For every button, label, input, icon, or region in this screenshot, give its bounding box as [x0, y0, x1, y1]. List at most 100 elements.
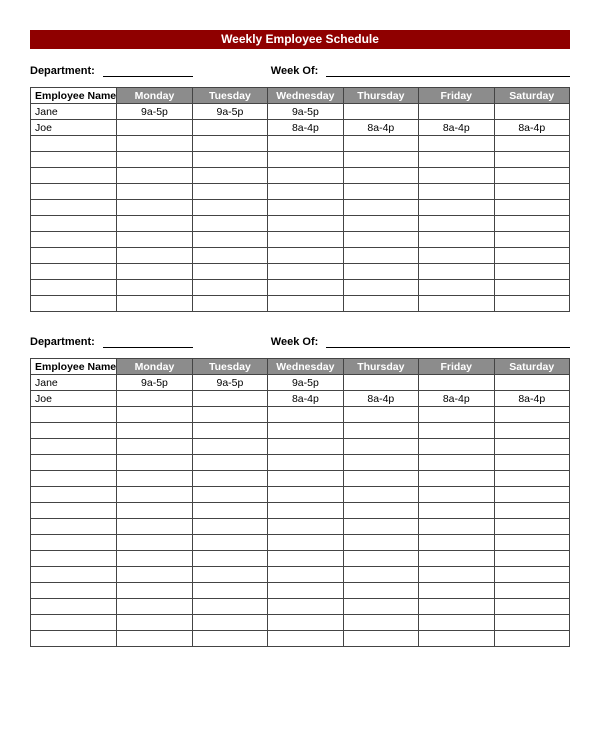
shift-cell[interactable]: [494, 232, 570, 248]
shift-cell[interactable]: [192, 567, 267, 583]
employee-name-cell[interactable]: [31, 535, 117, 551]
shift-cell[interactable]: [343, 615, 418, 631]
shift-cell[interactable]: [117, 455, 192, 471]
shift-cell[interactable]: 8a-4p: [268, 120, 343, 136]
shift-cell[interactable]: 8a-4p: [419, 120, 494, 136]
shift-cell[interactable]: [343, 280, 418, 296]
shift-cell[interactable]: 8a-4p: [343, 120, 418, 136]
shift-cell[interactable]: [268, 567, 343, 583]
shift-cell[interactable]: [343, 535, 418, 551]
shift-cell[interactable]: [419, 184, 494, 200]
shift-cell[interactable]: [117, 216, 192, 232]
shift-cell[interactable]: [419, 104, 494, 120]
shift-cell[interactable]: [192, 136, 267, 152]
shift-cell[interactable]: [117, 184, 192, 200]
employee-name-cell[interactable]: [31, 216, 117, 232]
shift-cell[interactable]: [494, 104, 570, 120]
employee-name-cell[interactable]: [31, 168, 117, 184]
shift-cell[interactable]: [268, 216, 343, 232]
shift-cell[interactable]: [192, 152, 267, 168]
shift-cell[interactable]: [268, 296, 343, 312]
shift-cell[interactable]: [494, 439, 570, 455]
shift-cell[interactable]: [192, 583, 267, 599]
shift-cell[interactable]: [192, 168, 267, 184]
employee-name-cell[interactable]: [31, 487, 117, 503]
shift-cell[interactable]: [419, 631, 494, 647]
shift-cell[interactable]: [117, 551, 192, 567]
shift-cell[interactable]: [343, 232, 418, 248]
shift-cell[interactable]: [494, 631, 570, 647]
employee-name-cell[interactable]: [31, 200, 117, 216]
shift-cell[interactable]: [268, 487, 343, 503]
shift-cell[interactable]: [268, 455, 343, 471]
shift-cell[interactable]: [494, 471, 570, 487]
shift-cell[interactable]: 8a-4p: [419, 391, 494, 407]
shift-cell[interactable]: [192, 232, 267, 248]
shift-cell[interactable]: [192, 455, 267, 471]
shift-cell[interactable]: [494, 264, 570, 280]
shift-cell[interactable]: 9a-5p: [268, 104, 343, 120]
shift-cell[interactable]: [343, 375, 418, 391]
shift-cell[interactable]: [192, 551, 267, 567]
shift-cell[interactable]: [494, 487, 570, 503]
employee-name-cell[interactable]: [31, 152, 117, 168]
employee-name-cell[interactable]: [31, 631, 117, 647]
shift-cell[interactable]: [343, 104, 418, 120]
shift-cell[interactable]: [192, 264, 267, 280]
shift-cell[interactable]: [192, 391, 267, 407]
shift-cell[interactable]: [192, 631, 267, 647]
employee-name-cell[interactable]: [31, 232, 117, 248]
department-value[interactable]: [103, 334, 193, 348]
shift-cell[interactable]: [419, 583, 494, 599]
shift-cell[interactable]: [117, 599, 192, 615]
shift-cell[interactable]: 8a-4p: [268, 391, 343, 407]
shift-cell[interactable]: [494, 152, 570, 168]
employee-name-cell[interactable]: Jane: [31, 104, 117, 120]
employee-name-cell[interactable]: [31, 567, 117, 583]
employee-name-cell[interactable]: Jane: [31, 375, 117, 391]
employee-name-cell[interactable]: [31, 615, 117, 631]
shift-cell[interactable]: [117, 280, 192, 296]
employee-name-cell[interactable]: [31, 264, 117, 280]
shift-cell[interactable]: [494, 615, 570, 631]
shift-cell[interactable]: [192, 120, 267, 136]
shift-cell[interactable]: [494, 583, 570, 599]
shift-cell[interactable]: [343, 631, 418, 647]
shift-cell[interactable]: [117, 232, 192, 248]
shift-cell[interactable]: [419, 535, 494, 551]
shift-cell[interactable]: [343, 296, 418, 312]
shift-cell[interactable]: 9a-5p: [268, 375, 343, 391]
employee-name-cell[interactable]: Joe: [31, 120, 117, 136]
shift-cell[interactable]: [192, 296, 267, 312]
shift-cell[interactable]: 8a-4p: [494, 391, 570, 407]
shift-cell[interactable]: [494, 168, 570, 184]
shift-cell[interactable]: [419, 567, 494, 583]
shift-cell[interactable]: [494, 296, 570, 312]
shift-cell[interactable]: [343, 136, 418, 152]
shift-cell[interactable]: [494, 551, 570, 567]
shift-cell[interactable]: [268, 136, 343, 152]
shift-cell[interactable]: [192, 535, 267, 551]
department-value[interactable]: [103, 63, 193, 77]
shift-cell[interactable]: 9a-5p: [192, 104, 267, 120]
shift-cell[interactable]: [494, 455, 570, 471]
shift-cell[interactable]: [419, 248, 494, 264]
shift-cell[interactable]: [419, 200, 494, 216]
shift-cell[interactable]: [343, 519, 418, 535]
shift-cell[interactable]: [268, 439, 343, 455]
shift-cell[interactable]: [419, 168, 494, 184]
shift-cell[interactable]: [343, 503, 418, 519]
shift-cell[interactable]: [117, 423, 192, 439]
shift-cell[interactable]: [117, 168, 192, 184]
shift-cell[interactable]: [494, 184, 570, 200]
shift-cell[interactable]: [494, 599, 570, 615]
shift-cell[interactable]: [268, 248, 343, 264]
shift-cell[interactable]: [268, 407, 343, 423]
shift-cell[interactable]: [343, 567, 418, 583]
shift-cell[interactable]: [419, 519, 494, 535]
shift-cell[interactable]: [192, 216, 267, 232]
shift-cell[interactable]: [343, 168, 418, 184]
shift-cell[interactable]: [268, 264, 343, 280]
shift-cell[interactable]: [494, 248, 570, 264]
shift-cell[interactable]: [494, 200, 570, 216]
